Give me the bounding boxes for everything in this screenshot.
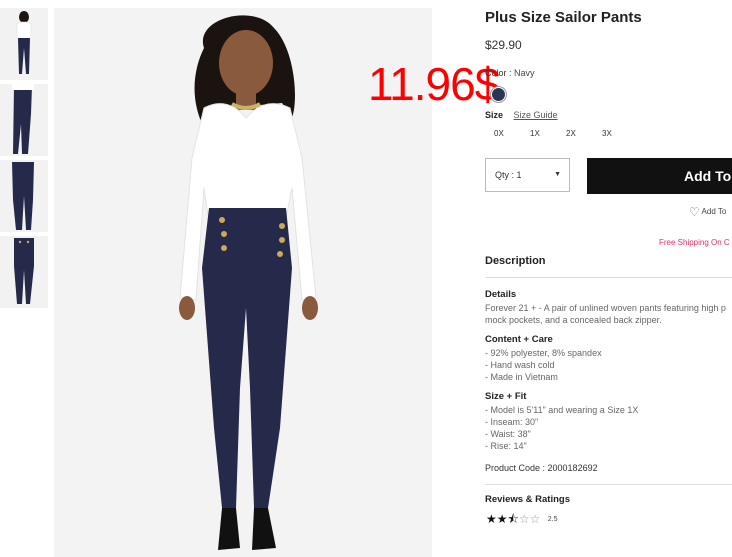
overlay-price: 11.96$ [368, 58, 500, 110]
thumbnail-list [0, 8, 49, 312]
thumbnail-side[interactable] [0, 84, 48, 156]
heart-icon: ♡ [689, 205, 700, 219]
product-title: Plus Size Sailor Pants [485, 9, 642, 26]
free-shipping-link[interactable]: Free Shipping On C [659, 238, 730, 247]
reviews-heading: Reviews & Ratings [485, 494, 570, 505]
add-to-bag-button[interactable]: Add To [587, 158, 732, 194]
content-line: - Made in Vietnam [485, 372, 558, 382]
fit-line: - Rise: 14" [485, 441, 527, 451]
fit-line: - Model is 5'11" and wearing a Size 1X [485, 405, 639, 415]
color-separator: : [506, 68, 515, 78]
star-empty-icon: ☆ [518, 512, 530, 526]
rating-value: 2.5 [547, 516, 558, 524]
size-fit-heading: Size + Fit [485, 391, 527, 402]
add-to-wishlist-link[interactable]: ♡ Add To [689, 205, 726, 219]
size-option-0x[interactable]: 0X [494, 129, 530, 138]
rating-stars: ★★⯪☆☆ 2.5 [486, 510, 558, 531]
description-heading: Description [485, 255, 732, 278]
star-half-icon: ⯪ [507, 512, 519, 526]
color-label: Color [485, 68, 507, 78]
fit-line: - Inseam: 30" [485, 417, 539, 427]
details-section: Details Forever 21 + - A pair of unlined… [485, 289, 732, 326]
size-row: Size Size Guide [485, 110, 558, 120]
thumbnail-front[interactable] [0, 8, 48, 80]
content-care-section: Content + Care - 92% polyester, 8% spand… [485, 334, 732, 383]
content-line: - Hand wash cold [485, 360, 555, 370]
thumbnail-detail[interactable] [0, 236, 48, 308]
star-empty-icon: ☆ [529, 512, 541, 526]
details-line: mock pockets, and a concealed back zippe… [485, 315, 662, 325]
size-option-1x[interactable]: 1X [530, 129, 566, 138]
color-value: Navy [514, 68, 535, 78]
product-info: Plus Size Sailor Pants $29.90 Color : Na… [485, 8, 732, 557]
content-care-heading: Content + Care [485, 334, 553, 345]
wishlist-label: Add To [701, 207, 727, 217]
size-label: Size [485, 110, 504, 120]
quantity-value: Qty : 1 [495, 170, 522, 180]
size-option-3x[interactable]: 3X [602, 129, 638, 138]
chevron-down-icon: ▼ [554, 171, 561, 178]
details-line: Forever 21 + - A pair of unlined woven p… [485, 303, 726, 313]
size-option-2x[interactable]: 2X [566, 129, 602, 138]
star-icon: ★ [486, 512, 497, 526]
divider [485, 484, 732, 485]
product-price: $29.90 [485, 38, 522, 52]
color-swatch-navy[interactable] [491, 87, 506, 102]
thumbnail-back[interactable] [0, 160, 48, 232]
content-line: - 92% polyester, 8% spandex [485, 348, 602, 358]
size-guide-link[interactable]: Size Guide [514, 110, 558, 120]
product-code: Product Code : 2000182692 [485, 463, 598, 473]
fit-line: - Waist: 38" [485, 429, 531, 439]
color-row: Color : Navy [485, 68, 732, 80]
size-options: 0X 1X 2X 3X [494, 129, 638, 138]
details-heading: Details [485, 289, 517, 300]
size-fit-section: Size + Fit - Model is 5'11" and wearing … [485, 391, 732, 452]
quantity-select[interactable]: Qty : 1 ▼ [485, 158, 570, 192]
star-icon: ★ [496, 512, 508, 526]
